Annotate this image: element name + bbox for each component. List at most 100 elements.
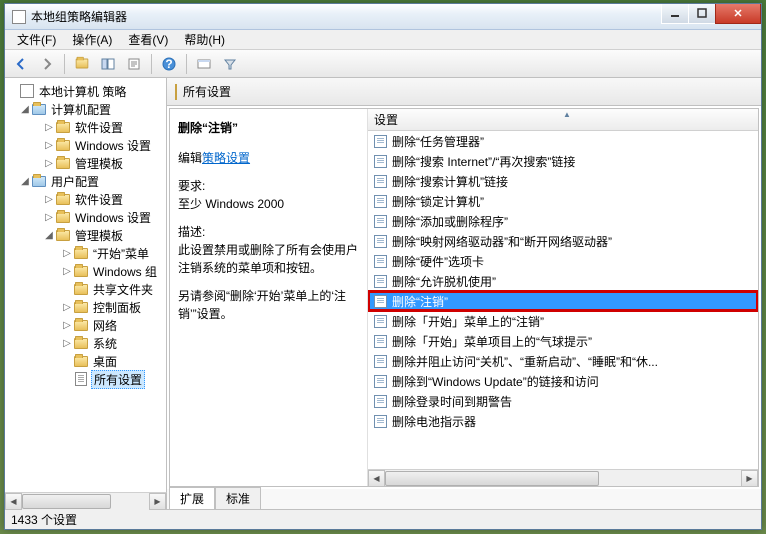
list-row[interactable]: 删除“添加或删除程序” bbox=[368, 211, 758, 231]
scroll-right-button[interactable]: ▶ bbox=[149, 493, 166, 510]
horizontal-scrollbar[interactable]: ◀ ▶ bbox=[368, 469, 758, 486]
scroll-track[interactable] bbox=[385, 470, 741, 487]
setting-icon bbox=[372, 293, 388, 309]
menubar: 文件(F) 操作(A) 查看(V) 帮助(H) bbox=[5, 30, 761, 50]
scroll-track[interactable] bbox=[22, 493, 149, 510]
folder-icon bbox=[31, 173, 47, 189]
folder-icon bbox=[55, 191, 71, 207]
folder-icon bbox=[73, 335, 89, 351]
minimize-button[interactable] bbox=[661, 4, 689, 24]
list-row[interactable]: 删除“搜索 Internet”/“再次搜索”链接 bbox=[368, 151, 758, 171]
help-button[interactable]: ? bbox=[157, 52, 181, 76]
expand-icon[interactable]: ▷ bbox=[61, 320, 73, 331]
tree-item[interactable]: ▷ 控制面板 bbox=[7, 298, 164, 316]
tree-root[interactable]: 本地计算机 策略 bbox=[7, 82, 164, 100]
menu-action[interactable]: 操作(A) bbox=[64, 29, 120, 50]
tree-item[interactable]: 共享文件夹 bbox=[7, 280, 164, 298]
expand-icon[interactable]: ▷ bbox=[61, 248, 73, 259]
tree-item[interactable]: ▷ Windows 组 bbox=[7, 262, 164, 280]
scroll-left-button[interactable]: ◀ bbox=[368, 470, 385, 487]
tree-item[interactable]: ▷ Windows 设置 bbox=[7, 136, 164, 154]
options-button[interactable] bbox=[192, 52, 216, 76]
tree-item[interactable]: ▷ 网络 bbox=[7, 316, 164, 334]
tree-computer-config[interactable]: ◢ 计算机配置 bbox=[7, 100, 164, 118]
maximize-button[interactable] bbox=[688, 4, 716, 24]
list-row[interactable]: 删除「开始」菜单上的“注销” bbox=[368, 311, 758, 331]
filter-button[interactable] bbox=[218, 52, 242, 76]
expand-icon[interactable]: ▷ bbox=[43, 194, 55, 205]
list-row-label: 删除“搜索 Internet”/“再次搜索”链接 bbox=[392, 153, 575, 170]
back-button[interactable] bbox=[9, 52, 33, 76]
expand-icon[interactable]: ▷ bbox=[61, 266, 73, 277]
list-row-label: 删除“硬件”选项卡 bbox=[392, 253, 484, 270]
expand-icon[interactable]: ▷ bbox=[43, 122, 55, 133]
list-row[interactable]: 删除“搜索计算机”链接 bbox=[368, 171, 758, 191]
expand-icon[interactable]: ▷ bbox=[61, 338, 73, 349]
status-text: 1433 个设置 bbox=[11, 511, 77, 528]
list-row[interactable]: 删除并阻止访问“关机”、“重新启动”、“睡眠”和“休... bbox=[368, 351, 758, 371]
edit-policy-link[interactable]: 策略设置 bbox=[202, 151, 250, 165]
titlebar[interactable]: 本地组策略编辑器 bbox=[5, 4, 761, 30]
menu-file[interactable]: 文件(F) bbox=[9, 29, 64, 50]
tree-item[interactable]: ▷ 软件设置 bbox=[7, 118, 164, 136]
tree-pane[interactable]: 本地计算机 策略 ◢ 计算机配置 ▷ 软件设置 ▷ Windows 设置 ▷ 管… bbox=[5, 78, 167, 509]
toolbar: ? bbox=[5, 50, 761, 78]
show-hide-tree-button[interactable] bbox=[96, 52, 120, 76]
tree-item[interactable]: 桌面 bbox=[7, 352, 164, 370]
tree-item[interactable]: ▷ Windows 设置 bbox=[7, 208, 164, 226]
forward-button[interactable] bbox=[35, 52, 59, 76]
list-row-label: 删除“添加或删除程序” bbox=[392, 213, 508, 230]
list-row[interactable]: 删除“锁定计算机” bbox=[368, 191, 758, 211]
list-row[interactable]: 删除电池指示器 bbox=[368, 411, 758, 431]
setting-icon bbox=[372, 173, 388, 189]
tree-horizontal-scrollbar[interactable]: ◀ ▶ bbox=[5, 492, 167, 509]
window-title: 本地组策略编辑器 bbox=[31, 8, 662, 25]
collapse-icon[interactable]: ◢ bbox=[19, 176, 31, 187]
list-row[interactable]: 删除“允许脱机使用” bbox=[368, 271, 758, 291]
expand-icon[interactable]: ▷ bbox=[61, 302, 73, 313]
view-tabs: 扩展 标准 bbox=[167, 489, 761, 509]
tree-item[interactable]: ▷ 管理模板 bbox=[7, 154, 164, 172]
expand-icon[interactable]: ▷ bbox=[43, 158, 55, 169]
tree-user-config[interactable]: ◢ 用户配置 bbox=[7, 172, 164, 190]
tree-admin-templates[interactable]: ◢ 管理模板 bbox=[7, 226, 164, 244]
list-row[interactable]: 删除“映射网络驱动器”和“断开网络驱动器” bbox=[368, 231, 758, 251]
tree-all-settings[interactable]: 所有设置 bbox=[7, 370, 164, 388]
list-row[interactable]: 删除“任务管理器” bbox=[368, 131, 758, 151]
setting-icon bbox=[372, 153, 388, 169]
tree-item[interactable]: ▷ “开始”菜单 bbox=[7, 244, 164, 262]
list-row-label: 删除电池指示器 bbox=[392, 413, 476, 430]
list-row[interactable]: 删除「开始」菜单项目上的“气球提示” bbox=[368, 331, 758, 351]
list-row[interactable]: 删除“硬件”选项卡 bbox=[368, 251, 758, 271]
up-button[interactable] bbox=[70, 52, 94, 76]
collapse-icon[interactable]: ◢ bbox=[19, 104, 31, 115]
setting-icon bbox=[372, 193, 388, 209]
content-header: 所有设置 bbox=[167, 78, 761, 106]
app-icon bbox=[11, 9, 27, 25]
list-row-label: 删除“映射网络驱动器”和“断开网络驱动器” bbox=[392, 233, 612, 250]
close-button[interactable] bbox=[715, 4, 761, 24]
tab-extended[interactable]: 扩展 bbox=[169, 487, 215, 509]
tree-item[interactable]: ▷ 系统 bbox=[7, 334, 164, 352]
list-column-header[interactable]: 设置 ▲ bbox=[368, 109, 758, 131]
list-row[interactable]: 删除登录时间到期警告 bbox=[368, 391, 758, 411]
tree-item[interactable]: ▷ 软件设置 bbox=[7, 190, 164, 208]
expand-icon[interactable]: ▷ bbox=[43, 140, 55, 151]
menu-view[interactable]: 查看(V) bbox=[120, 29, 176, 50]
page-icon bbox=[73, 371, 89, 387]
tab-standard[interactable]: 标准 bbox=[215, 487, 261, 509]
list-row[interactable]: 删除“注销” bbox=[368, 291, 758, 311]
folder-icon bbox=[73, 281, 89, 297]
scroll-left-button[interactable]: ◀ bbox=[5, 493, 22, 510]
statusbar: 1433 个设置 bbox=[5, 509, 761, 529]
list-body[interactable]: 删除“任务管理器” 删除“搜索 Internet”/“再次搜索”链接删除“搜索计算… bbox=[368, 131, 758, 469]
list-row[interactable]: 删除到“Windows Update”的链接和访问 bbox=[368, 371, 758, 391]
scroll-right-button[interactable]: ▶ bbox=[741, 470, 758, 487]
collapse-icon[interactable]: ◢ bbox=[43, 230, 55, 241]
detail-pane: 删除“注销” 编辑策略设置 要求: 至少 Windows 2000 描述: 此设… bbox=[170, 109, 368, 486]
setting-icon bbox=[372, 393, 388, 409]
export-button[interactable] bbox=[122, 52, 146, 76]
expand-icon[interactable]: ▷ bbox=[43, 212, 55, 223]
console-icon bbox=[19, 83, 35, 99]
menu-help[interactable]: 帮助(H) bbox=[176, 29, 233, 50]
